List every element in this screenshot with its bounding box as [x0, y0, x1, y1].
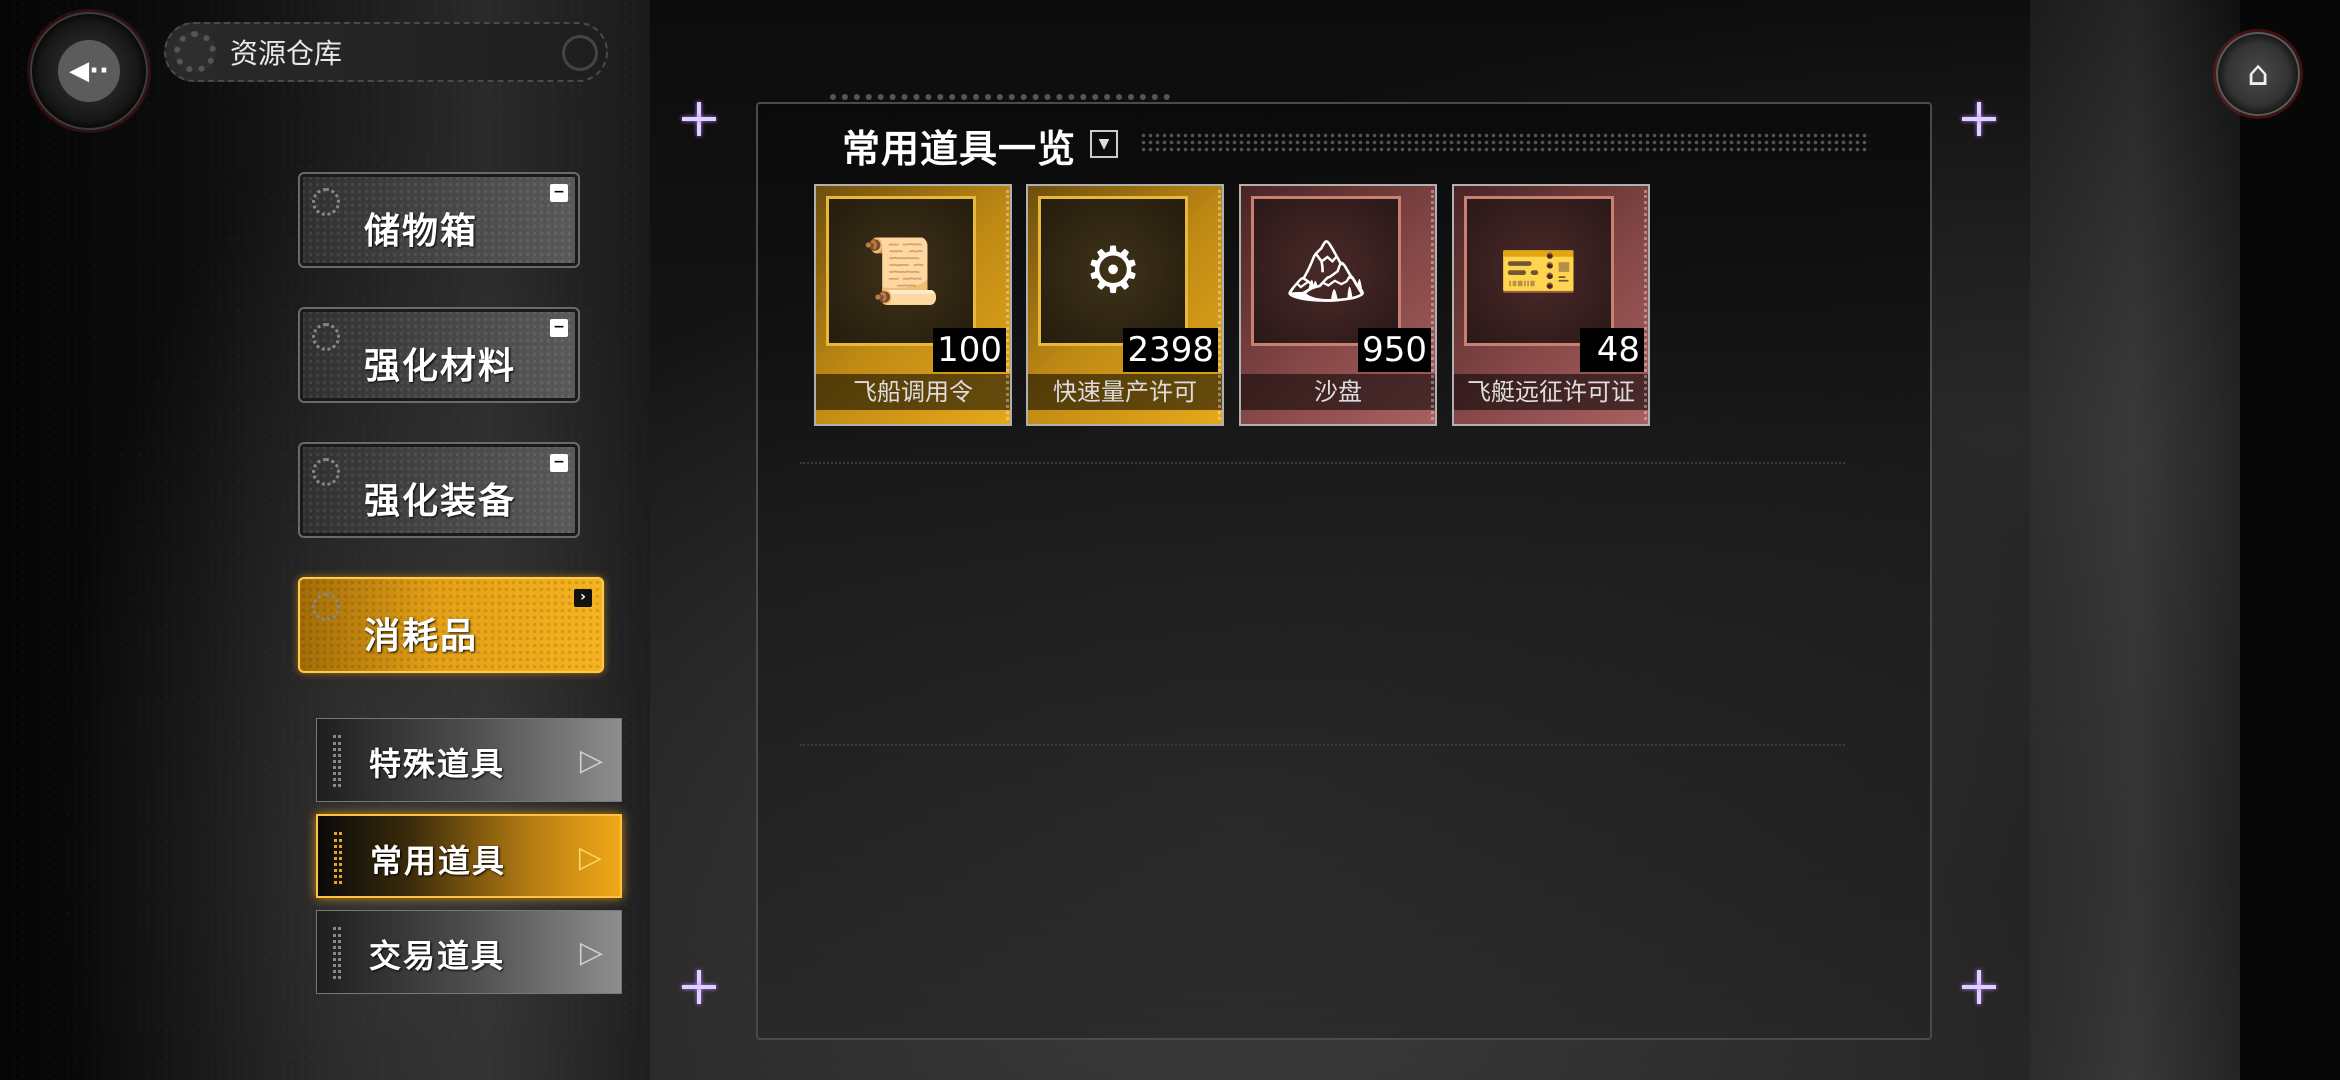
expand-arrow-icon: › — [574, 589, 592, 607]
grip-icon — [333, 735, 341, 787]
right-letterbox — [2240, 0, 2340, 1080]
card-edge-decoration — [1006, 190, 1010, 420]
grip-icon — [333, 927, 341, 979]
title-bar: 资源仓库 — [164, 22, 608, 82]
grip-icon — [334, 832, 342, 884]
item-card-airship-expedition-permit[interactable]: 🎫 48 飞艇远征许可证 — [1452, 184, 1650, 426]
home-button[interactable]: ⌂ — [2216, 32, 2300, 116]
category-label: 强化材料 — [364, 345, 517, 387]
subcategory-trade-items[interactable]: 交易道具 ▷ — [316, 910, 622, 994]
collapse-icon: − — [550, 319, 568, 337]
collapse-icon: − — [550, 454, 568, 472]
ticket-icon: 🎫 — [1464, 196, 1614, 346]
category-enhance-equipment[interactable]: 强化装备 − — [298, 442, 580, 538]
subcategory-label: 特殊道具 — [369, 745, 506, 783]
item-count: 2398 — [1123, 328, 1218, 372]
plus-decoration-icon — [682, 102, 716, 136]
ring-decoration-icon — [562, 35, 598, 71]
page-title: 资源仓库 — [230, 37, 343, 70]
category-consumables[interactable]: 消耗品 › — [298, 577, 604, 673]
gear-icon — [174, 31, 216, 73]
dropdown-button[interactable]: ▼ — [1090, 130, 1118, 158]
row-divider — [800, 462, 1845, 464]
subcategory-special-items[interactable]: 特殊道具 ▷ — [316, 718, 622, 802]
panel-heading: 常用道具一览 — [842, 126, 1077, 171]
card-edge-decoration — [1218, 190, 1222, 420]
gear-ticket-icon: ⚙ — [1038, 196, 1188, 346]
category-label: 强化装备 — [364, 480, 517, 522]
terrain-model-icon: 🏔 — [1251, 196, 1401, 346]
row-divider — [800, 744, 1845, 746]
card-edge-decoration — [1644, 190, 1648, 420]
back-arrow-icon: ◀·· — [58, 40, 120, 102]
scene-edge-overlay — [2030, 0, 2240, 1080]
item-name: 快速量产许可 — [1028, 374, 1222, 410]
card-edge-decoration — [1431, 190, 1435, 420]
dropdown-triangle-icon: ▼ — [1098, 136, 1110, 152]
item-count: 48 — [1580, 328, 1644, 372]
item-card-mass-production-permit[interactable]: ⚙ 2398 快速量产许可 — [1026, 184, 1224, 426]
item-card-sand-table[interactable]: 🏔 950 沙盘 — [1239, 184, 1437, 426]
plus-decoration-icon — [1962, 970, 1996, 1004]
plus-decoration-icon — [1962, 102, 1996, 136]
collapse-icon: − — [550, 184, 568, 202]
subcategory-common-items[interactable]: 常用道具 ▷ — [316, 814, 622, 898]
category-label: 消耗品 — [364, 615, 479, 657]
subcategory-label: 常用道具 — [370, 842, 507, 880]
category-enhance-materials[interactable]: 强化材料 − — [298, 307, 580, 403]
item-count: 100 — [933, 328, 1006, 372]
chevron-right-icon: ▷ — [579, 935, 603, 970]
scroll-seal-icon: 📜 — [826, 196, 976, 346]
panel-tab-decoration — [830, 94, 1170, 108]
back-button[interactable]: ◀·· — [30, 12, 148, 130]
dots-decoration-icon — [312, 188, 340, 216]
home-icon: ⌂ — [2247, 54, 2269, 94]
heading-dot-pattern — [1140, 132, 1870, 152]
subcategory-label: 交易道具 — [369, 937, 506, 975]
item-name: 飞艇远征许可证 — [1454, 374, 1648, 410]
chevron-right-icon: ▷ — [578, 840, 602, 875]
dots-decoration-icon — [312, 593, 340, 621]
chevron-right-icon: ▷ — [579, 743, 603, 778]
item-card-airship-order[interactable]: 📜 100 飞船调用令 — [814, 184, 1012, 426]
dots-decoration-icon — [312, 323, 340, 351]
item-name: 沙盘 — [1241, 374, 1435, 410]
dots-decoration-icon — [312, 458, 340, 486]
item-name: 飞船调用令 — [816, 374, 1010, 410]
plus-decoration-icon — [682, 970, 716, 1004]
category-label: 储物箱 — [364, 210, 479, 252]
category-storage-box[interactable]: 储物箱 − — [298, 172, 580, 268]
item-count: 950 — [1358, 328, 1431, 372]
